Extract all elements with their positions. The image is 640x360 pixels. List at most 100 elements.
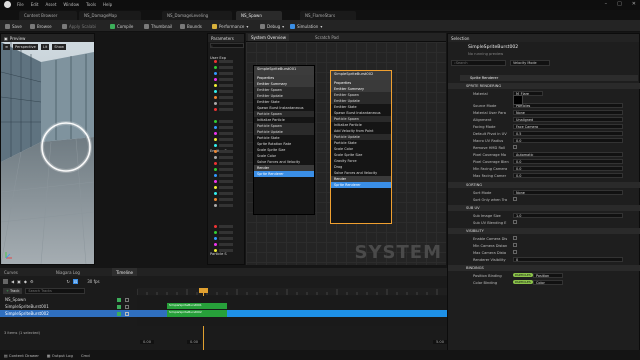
- parameter-value[interactable]: [219, 144, 233, 147]
- subuv-row-checkbox[interactable]: [513, 220, 517, 224]
- parameter-row[interactable]: [214, 225, 240, 228]
- minimize-icon[interactable]: –: [605, 1, 608, 7]
- settings-icon[interactable]: ⚙: [30, 279, 34, 284]
- perspective-button[interactable]: Perspective: [13, 44, 38, 50]
- parameter-row[interactable]: [214, 204, 240, 207]
- ue-logo-icon[interactable]: [4, 1, 11, 8]
- show-button[interactable]: Show: [52, 44, 66, 50]
- menu-file[interactable]: File: [17, 2, 24, 7]
- velocity-mode-dropdown[interactable]: Velocity Mode: [510, 60, 550, 66]
- performance-button[interactable]: Performance ▾: [212, 22, 248, 30]
- parameter-row[interactable]: [214, 237, 240, 240]
- parameters-search[interactable]: ⌕: [210, 43, 244, 48]
- save-button[interactable]: Save: [5, 22, 22, 30]
- parameter-value[interactable]: [219, 60, 233, 63]
- parameter-value[interactable]: [219, 237, 233, 240]
- menu-help[interactable]: Help: [103, 2, 112, 7]
- binding-row-binding[interactable]: PARTICLES: [513, 273, 533, 277]
- parameter-value[interactable]: [219, 132, 233, 135]
- preview-viewport[interactable]: ≡ Perspective Lit Show: [1, 42, 94, 264]
- menu-edit[interactable]: Edit: [31, 2, 39, 7]
- parameter-row[interactable]: [214, 243, 240, 246]
- parameter-value[interactable]: [219, 186, 233, 189]
- parameter-value[interactable]: [219, 78, 233, 81]
- parameter-row[interactable]: [214, 72, 240, 75]
- binding-row-binding-attr[interactable]: Position: [533, 273, 563, 278]
- enable-checkbox[interactable]: [117, 298, 121, 302]
- parameter-value[interactable]: [219, 96, 233, 99]
- browse-button[interactable]: Browse: [30, 22, 52, 30]
- visibility-row-checkbox[interactable]: [513, 250, 517, 254]
- track-area[interactable]: SimpleSpriteBurst001 SimpleSpriteBurst00…: [137, 296, 447, 326]
- parameter-value[interactable]: [219, 150, 233, 153]
- parameter-row[interactable]: [214, 132, 240, 135]
- parameter-row[interactable]: [214, 198, 240, 201]
- isolate-checkbox[interactable]: [125, 298, 129, 302]
- detail-row-value[interactable]: Particles: [513, 103, 623, 108]
- parameter-value[interactable]: [219, 120, 233, 123]
- parameter-value[interactable]: [219, 162, 233, 165]
- parameter-value[interactable]: [219, 192, 233, 195]
- detail-row-value[interactable]: Face Camera: [513, 124, 623, 129]
- parameter-value[interactable]: [219, 156, 233, 159]
- parameter-value[interactable]: [219, 108, 233, 111]
- section-sub-uv[interactable]: SUB UV: [448, 205, 640, 211]
- menu-window[interactable]: Window: [63, 2, 79, 7]
- parameter-row[interactable]: [214, 96, 240, 99]
- enable-checkbox[interactable]: [117, 312, 121, 316]
- binding-row-binding[interactable]: PARTICLES: [513, 280, 533, 284]
- parameter-row[interactable]: [214, 90, 240, 93]
- parameter-row[interactable]: [214, 192, 240, 195]
- selection-tab[interactable]: Selection: [448, 34, 639, 42]
- section-visibility[interactable]: VISIBILITY: [448, 228, 640, 234]
- viewport-menu-icon[interactable]: ≡: [3, 44, 11, 50]
- details-search-input[interactable]: ⌕ Search: [451, 60, 506, 66]
- sort-row-value[interactable]: None: [513, 190, 623, 195]
- tab-ns-flamestars[interactable]: NS_FlameStars: [300, 11, 356, 20]
- parameter-row[interactable]: [214, 84, 240, 87]
- menu-tools[interactable]: Tools: [86, 2, 96, 7]
- parameter-value[interactable]: [219, 204, 233, 207]
- node-section[interactable]: Sprite Renderer: [331, 182, 391, 188]
- bounds-button[interactable]: Bounds: [180, 22, 202, 30]
- parameter-value[interactable]: [219, 72, 233, 75]
- parameter-row[interactable]: [214, 156, 240, 159]
- parameter-row[interactable]: [214, 168, 240, 171]
- parameter-row[interactable]: [214, 78, 240, 81]
- close-icon[interactable]: ✕: [632, 1, 636, 7]
- detail-row-value[interactable]: 0.0: [513, 166, 623, 171]
- clip-burst001[interactable]: SimpleSpriteBurst001: [167, 303, 227, 309]
- subuv-row-value[interactable]: 1.0: [513, 213, 623, 218]
- section-bindings[interactable]: BINDINGS: [448, 265, 640, 271]
- section-sprite-rendering[interactable]: SPRITE RENDERING: [448, 83, 640, 89]
- add-track-button[interactable]: + Track: [3, 288, 23, 294]
- detail-row-value[interactable]: 0.0: [513, 138, 623, 143]
- parameter-value[interactable]: [219, 126, 233, 129]
- material-thumbnail[interactable]: [513, 95, 523, 105]
- time-ruler[interactable]: [136, 288, 447, 295]
- parameter-row[interactable]: [214, 108, 240, 111]
- parameter-value[interactable]: [219, 243, 233, 246]
- parameter-row[interactable]: [214, 60, 240, 63]
- snap-icon[interactable]: ⊡: [72, 279, 79, 284]
- tab-content-browser[interactable]: Content Browser: [19, 11, 77, 20]
- camera-icon[interactable]: ▣: [17, 279, 21, 284]
- tab-scratch-pad[interactable]: Scratch Pad: [312, 34, 342, 41]
- simulation-button[interactable]: Simulation ▾: [290, 22, 322, 30]
- key-icon[interactable]: ◆: [24, 279, 27, 284]
- thumbnail-button[interactable]: Thumbnail: [144, 22, 172, 30]
- loop-icon[interactable]: ↻: [67, 279, 70, 284]
- parameter-row[interactable]: [214, 162, 240, 165]
- detail-row-checkbox[interactable]: [513, 145, 517, 149]
- tab-curves[interactable]: Curves: [0, 268, 22, 276]
- binding-row-binding-attr[interactable]: Color: [533, 280, 563, 285]
- tab-system-overview[interactable]: System Overview: [248, 34, 290, 41]
- particle-spawn-header[interactable]: Particle S: [210, 252, 227, 256]
- parameter-value[interactable]: [219, 174, 233, 177]
- lit-button[interactable]: Lit: [40, 44, 50, 50]
- parameter-value[interactable]: [219, 249, 233, 252]
- parameter-value[interactable]: [219, 198, 233, 201]
- isolate-checkbox[interactable]: [125, 305, 129, 309]
- cmd-input[interactable]: Cmd: [81, 353, 90, 358]
- parameter-value[interactable]: [219, 225, 233, 228]
